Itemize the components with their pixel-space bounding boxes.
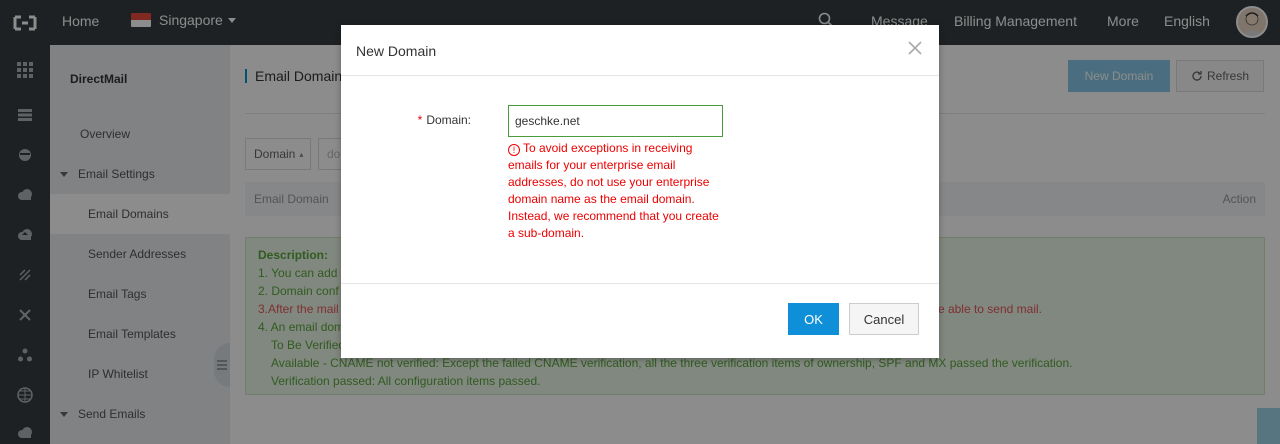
- domain-error-message: ! To avoid exceptions in receiving emails…: [508, 140, 728, 242]
- close-icon[interactable]: [907, 40, 923, 56]
- alert-circle-icon: !: [508, 144, 520, 156]
- cancel-button[interactable]: Cancel: [849, 303, 919, 335]
- dialog-title: New Domain: [356, 43, 437, 59]
- domain-input[interactable]: [508, 105, 723, 137]
- dialog-header: New Domain: [341, 25, 939, 76]
- domain-label-text: Domain:: [426, 113, 471, 127]
- domain-error-text: To avoid exceptions in receiving emails …: [508, 141, 719, 240]
- new-domain-dialog: New Domain *Domain: !To avoid exceptions…: [341, 25, 939, 358]
- required-marker: *: [417, 113, 423, 127]
- ok-button[interactable]: OK: [788, 303, 839, 335]
- domain-label: * Domain:: [415, 113, 471, 127]
- dialog-footer: OK Cancel: [341, 283, 939, 358]
